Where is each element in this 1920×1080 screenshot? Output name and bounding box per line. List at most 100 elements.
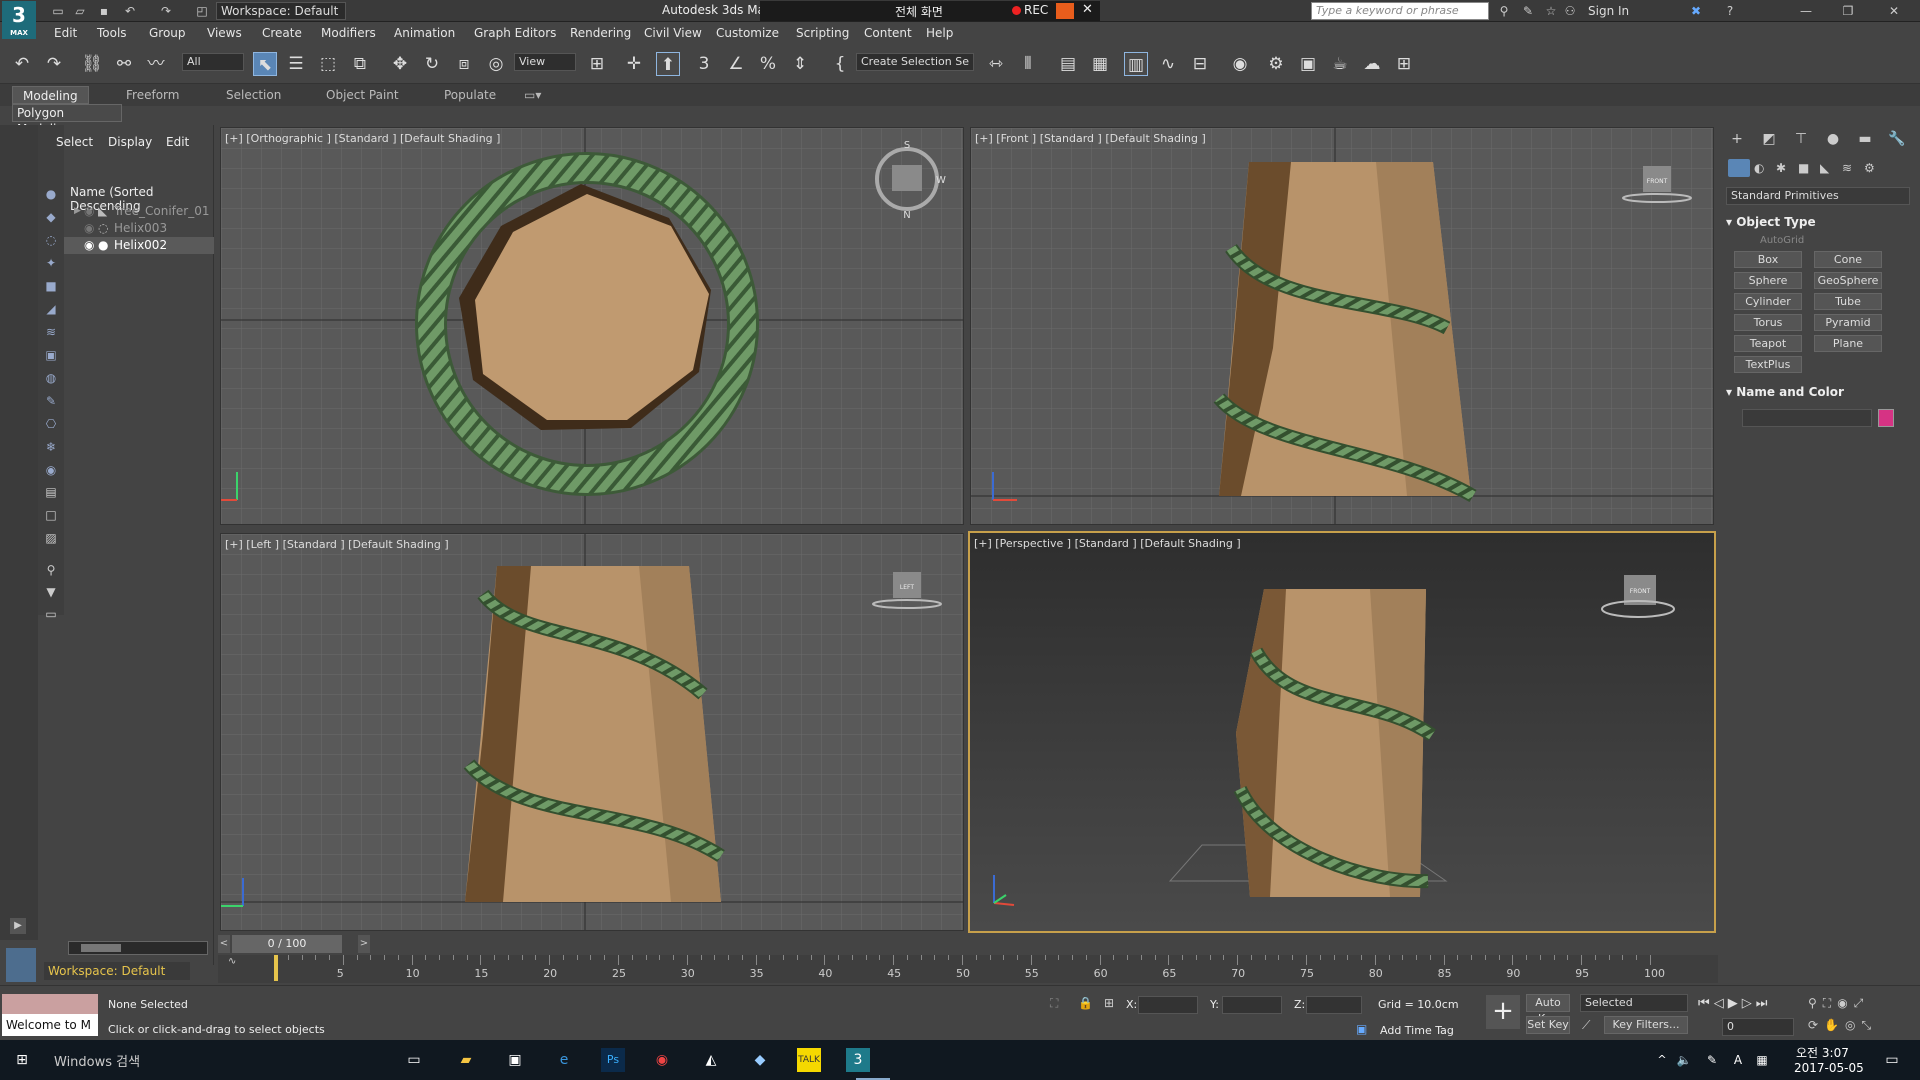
find-icon[interactable]: ⚲ bbox=[43, 563, 59, 577]
menu-graph-editors[interactable]: Graph Editors bbox=[474, 26, 556, 40]
primitive-sphere-button[interactable]: Sphere bbox=[1734, 272, 1802, 289]
scene-row-helix003[interactable]: ◉ ◌ Helix003 bbox=[64, 220, 214, 237]
workspace-footer[interactable]: Workspace: Default bbox=[44, 962, 190, 980]
primitive-teapot-button[interactable]: Teapot bbox=[1734, 335, 1802, 352]
tab-selection[interactable]: Selection bbox=[226, 88, 281, 102]
hierarchy-tab-icon[interactable]: ⊤ bbox=[1792, 131, 1810, 147]
display-helpers-icon[interactable]: ◢ bbox=[43, 302, 59, 316]
edit-named-selection-icon[interactable]: { bbox=[828, 52, 852, 76]
display-lights-icon[interactable]: ✦ bbox=[43, 256, 59, 270]
reference-coord-dropdown[interactable]: View bbox=[514, 53, 576, 71]
3dsmax-taskbar-icon[interactable]: 3 bbox=[846, 1048, 870, 1072]
link-icon[interactable]: ⛓ bbox=[80, 52, 104, 76]
toggle-ribbon-icon[interactable]: ▦ bbox=[1088, 52, 1112, 76]
align-icon[interactable]: ⫴ bbox=[1016, 52, 1040, 76]
primitive-geosphere-button[interactable]: GeoSphere bbox=[1814, 272, 1882, 289]
display-tab-icon[interactable]: ▬ bbox=[1856, 131, 1874, 147]
filter-icon[interactable]: ▼ bbox=[43, 585, 59, 599]
scene-tab-display[interactable]: Display bbox=[108, 135, 152, 149]
task-view-icon[interactable]: ▭ bbox=[402, 1048, 426, 1072]
viewport-front-label[interactable]: [+] [Front ] [Standard ] [Default Shadin… bbox=[975, 132, 1206, 145]
primitive-plane-button[interactable]: Plane bbox=[1814, 335, 1882, 352]
viewport-layout-icon[interactable] bbox=[6, 948, 36, 982]
shapes-icon[interactable]: ◐ bbox=[1754, 161, 1764, 175]
viewport-persp-label[interactable]: [+] [Perspective ] [Standard ] [Default … bbox=[974, 537, 1241, 550]
visibility-icon[interactable]: ◉ bbox=[84, 203, 94, 220]
z-coord-field[interactable] bbox=[1306, 996, 1362, 1014]
display-bones-icon[interactable]: ✎ bbox=[43, 394, 59, 408]
modify-tab-icon[interactable]: ◩ bbox=[1760, 131, 1778, 147]
snaps-toggle-icon[interactable]: 3 bbox=[692, 52, 716, 76]
store-icon[interactable]: ▣ bbox=[503, 1048, 527, 1072]
render-in-cloud-icon[interactable]: ☁ bbox=[1360, 52, 1384, 76]
menu-rendering[interactable]: Rendering bbox=[570, 26, 631, 40]
viewport-top[interactable]: S N W [+] [Orthographic ] [Standard ] [D… bbox=[220, 127, 964, 525]
systems-icon[interactable]: ⚙ bbox=[1864, 161, 1875, 175]
recorder-close-icon[interactable]: ✕ bbox=[1082, 2, 1093, 17]
scene-scrollbar[interactable] bbox=[68, 941, 208, 955]
chrome-icon[interactable]: ◉ bbox=[650, 1048, 674, 1072]
move-icon[interactable]: ✥ bbox=[388, 52, 412, 76]
rect-selection-icon[interactable]: ⬚ bbox=[316, 52, 340, 76]
camera-icon[interactable] bbox=[1056, 3, 1074, 19]
volume-icon[interactable]: 🔈 bbox=[1672, 1048, 1696, 1072]
render-production-icon[interactable]: ☕ bbox=[1328, 52, 1352, 76]
autogrid-checkbox[interactable]: AutoGrid bbox=[1760, 235, 1804, 246]
primitive-box-button[interactable]: Box bbox=[1734, 251, 1802, 268]
restore-icon[interactable]: ❐ bbox=[1840, 4, 1856, 18]
cameras-icon[interactable]: ■ bbox=[1798, 161, 1809, 175]
playback-controls[interactable]: ⏮◁▶▷⏭ bbox=[1698, 996, 1771, 1011]
app-logo[interactable]: 3 MAX bbox=[2, 1, 36, 39]
viewport-front[interactable]: FRONT [+] [Front ] [Standard ] [Default … bbox=[970, 127, 1714, 525]
set-key-button[interactable]: Set Key bbox=[1526, 1016, 1570, 1034]
current-frame-field[interactable]: 0 bbox=[1722, 1018, 1794, 1036]
time-slider[interactable]: < 0 / 100 > bbox=[218, 935, 1718, 955]
tab-modeling[interactable]: Modeling bbox=[12, 86, 89, 104]
primitive-cone-button[interactable]: Cone bbox=[1814, 251, 1882, 268]
placement-icon[interactable]: ◎ bbox=[484, 52, 508, 76]
open-file-icon[interactable]: ▱ bbox=[72, 4, 88, 18]
key-mode-dropdown[interactable]: Selected bbox=[1580, 994, 1688, 1012]
pen-icon[interactable]: ✎ bbox=[1700, 1048, 1724, 1072]
keyboard-icon[interactable]: ▦ bbox=[1750, 1048, 1774, 1072]
percent-snap-icon[interactable]: % bbox=[756, 52, 780, 76]
auto-key-button[interactable]: Auto Key bbox=[1526, 994, 1570, 1025]
layer-icon[interactable]: ▭ bbox=[43, 607, 59, 621]
motion-tab-icon[interactable]: ● bbox=[1824, 131, 1842, 147]
clock-date[interactable]: 2017-05-05 bbox=[1794, 1061, 1864, 1075]
primitive-textplus-button[interactable]: TextPlus bbox=[1734, 356, 1802, 373]
object-name-field[interactable] bbox=[1742, 409, 1872, 427]
display-xrefs-icon[interactable]: ◍ bbox=[43, 371, 59, 385]
mirror-icon[interactable]: ⇿ bbox=[984, 52, 1008, 76]
display-frozen-icon[interactable]: ❄ bbox=[43, 440, 59, 454]
maxscript-input[interactable]: Welcome to M bbox=[2, 1014, 98, 1036]
menu-help[interactable]: Help bbox=[926, 26, 953, 40]
time-prev-icon[interactable]: < bbox=[218, 935, 230, 953]
primitive-torus-button[interactable]: Torus bbox=[1734, 314, 1802, 331]
binoculars-icon[interactable]: ⚲ bbox=[1496, 4, 1512, 18]
help-search-input[interactable]: Type a keyword or phrase bbox=[1311, 2, 1489, 20]
selection-filter-dropdown[interactable]: All bbox=[182, 53, 244, 71]
key-tangent-icon[interactable]: ⟋ bbox=[1582, 1018, 1590, 1033]
absolute-mode-icon[interactable]: ⊞ bbox=[1104, 996, 1114, 1010]
bind-spacewarp-icon[interactable]: 〰 bbox=[144, 52, 168, 76]
tab-freeform[interactable]: Freeform bbox=[126, 88, 179, 102]
dope-sheet-icon[interactable]: ⊟ bbox=[1188, 52, 1212, 76]
undo-icon[interactable]: ↶ bbox=[122, 4, 138, 18]
tab-populate[interactable]: Populate bbox=[444, 88, 496, 102]
geometry-icon[interactable] bbox=[1728, 159, 1750, 177]
menu-animation[interactable]: Animation bbox=[394, 26, 455, 40]
exchange-icon[interactable]: ✖ bbox=[1688, 4, 1704, 18]
time-slider-thumb[interactable]: 0 / 100 bbox=[232, 935, 342, 953]
display-none-icon[interactable]: ● bbox=[43, 187, 59, 201]
lights-icon[interactable]: ✱ bbox=[1776, 161, 1786, 175]
menu-create[interactable]: Create bbox=[262, 26, 302, 40]
menu-group[interactable]: Group bbox=[149, 26, 186, 40]
scene-row-tree[interactable]: ▶ ◉ ◣ Tree_Conifer_01 bbox=[64, 203, 214, 220]
menu-modifiers[interactable]: Modifiers bbox=[321, 26, 376, 40]
display-spacewarps-icon[interactable]: ≋ bbox=[43, 325, 59, 339]
tray-arrow-icon[interactable]: ^ bbox=[1650, 1048, 1674, 1072]
time-next-icon[interactable]: > bbox=[358, 935, 370, 953]
display-none2-icon[interactable]: □ bbox=[43, 508, 59, 522]
select-manipulate-icon[interactable]: ✛ bbox=[622, 52, 646, 76]
